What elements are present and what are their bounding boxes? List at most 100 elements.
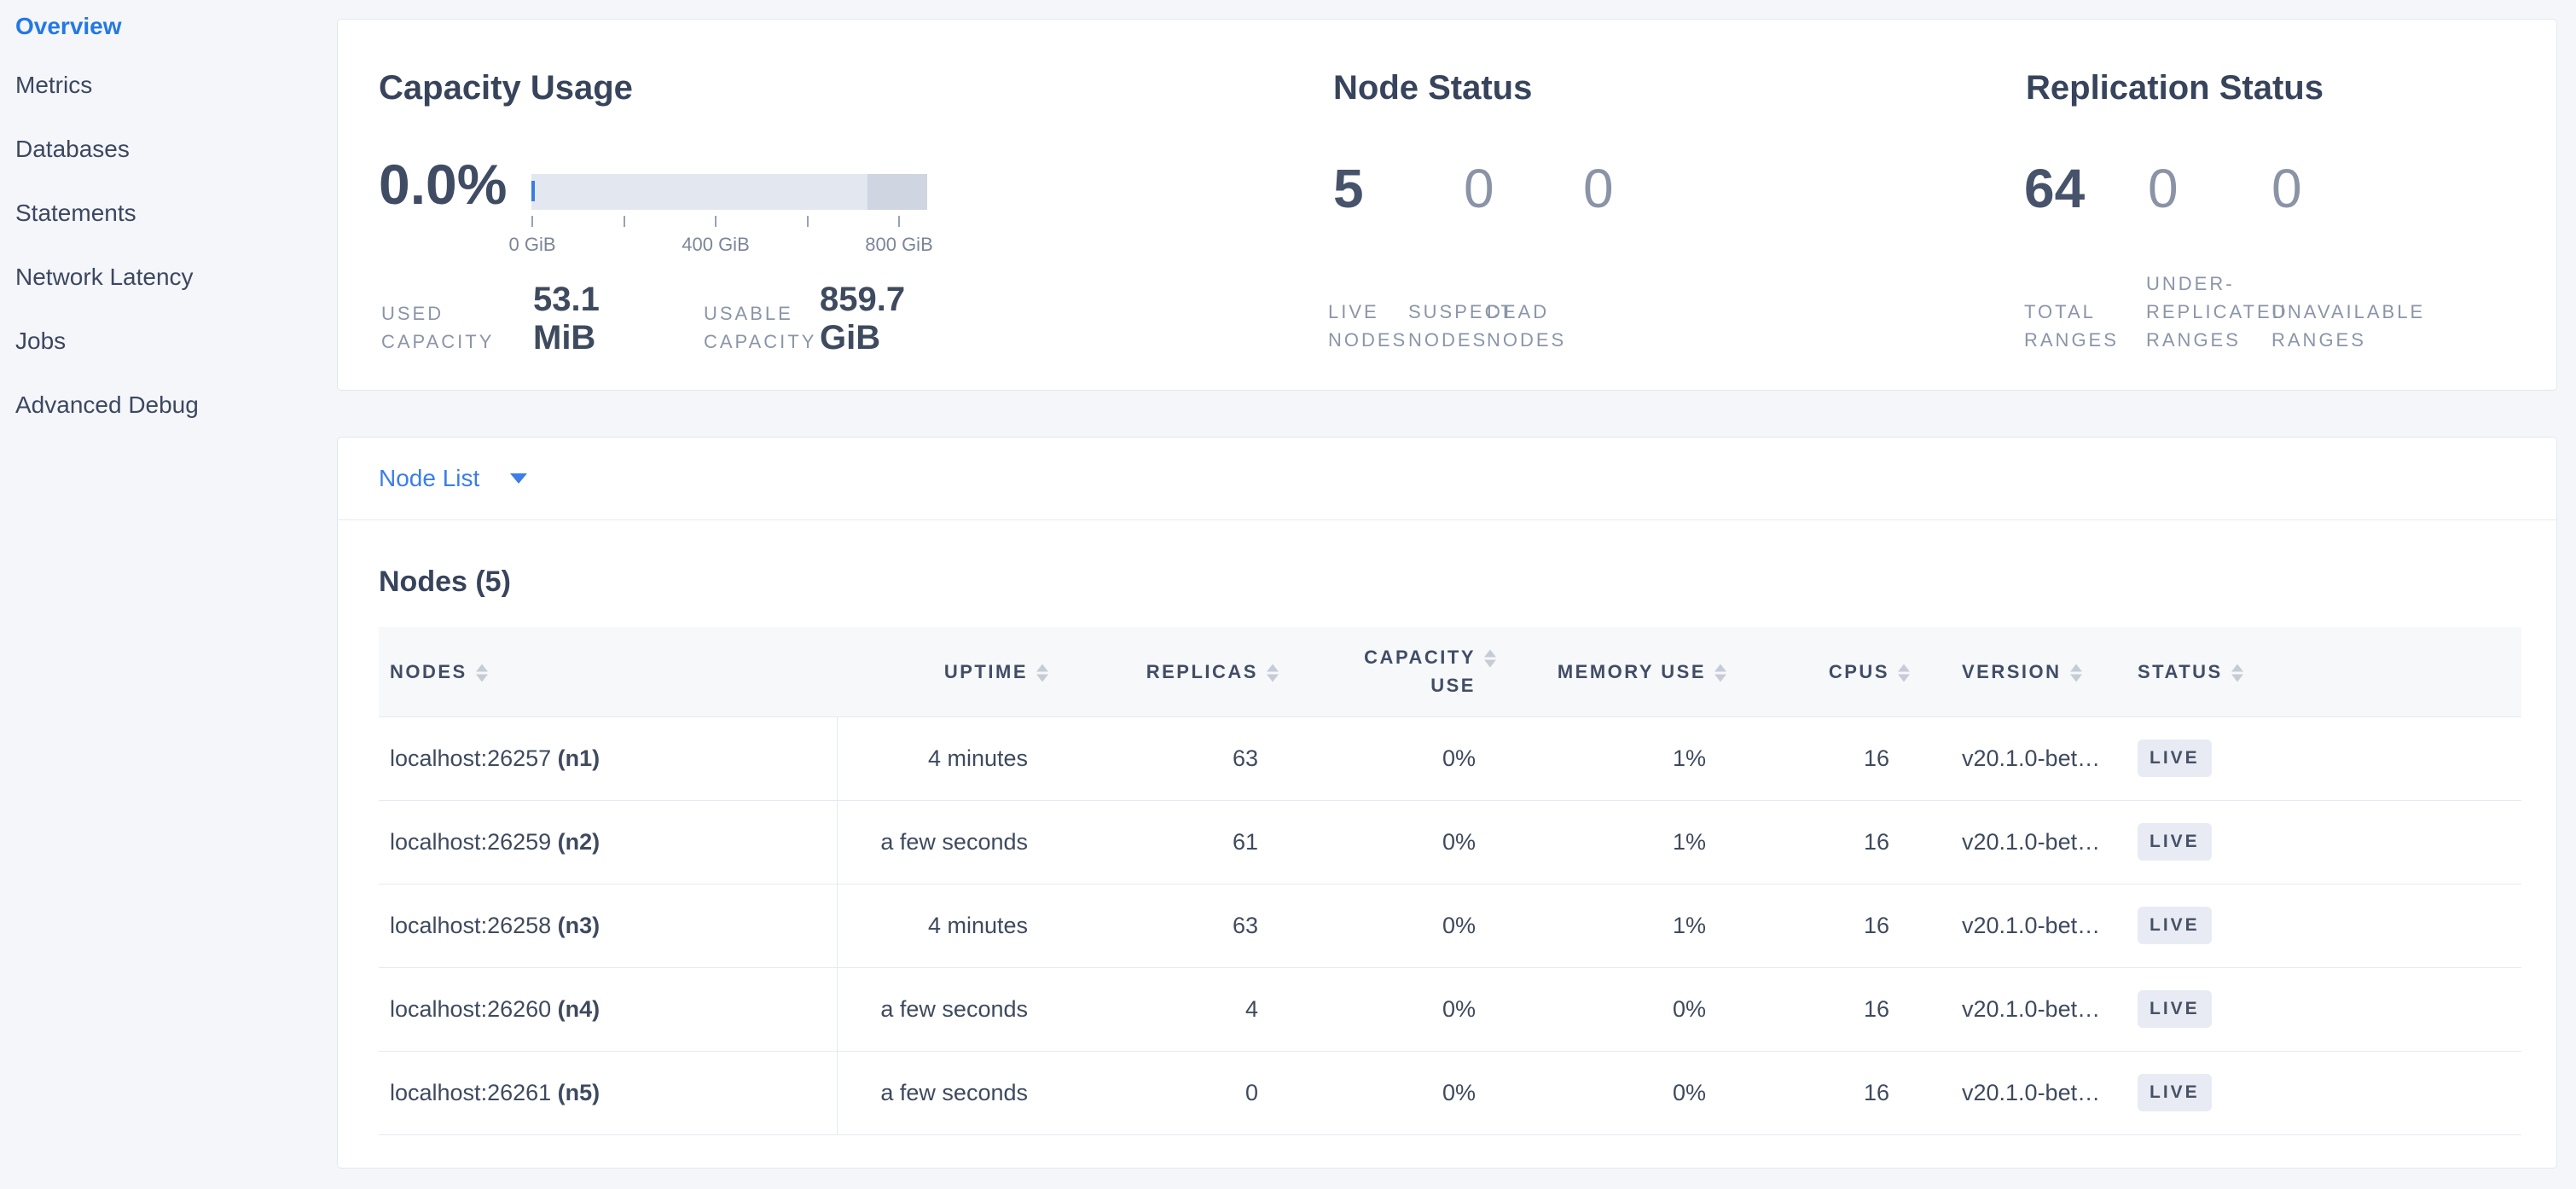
nodes-table: NODES UPTIME REPLICASCAPACITYUSEMEMORY USE… — [379, 627, 2521, 1135]
capacity-usage-title: Capacity Usage — [379, 69, 633, 107]
used-capacity-label: USED CAPACITY — [381, 299, 494, 356]
node-id: (n3) — [558, 913, 600, 938]
column-header-label: NODES — [390, 661, 467, 682]
capacity-use-cell: 0% — [1263, 967, 1481, 1051]
capacity-axis-tick — [715, 216, 717, 227]
capacity-axis-tick — [624, 216, 625, 227]
used-capacity-value: 53.1 MiB — [533, 281, 600, 357]
memory-use-cell: 1% — [1481, 884, 1711, 967]
replication-label-total-ranges: TOTAL RANGES — [2024, 298, 2119, 354]
node-address-cell[interactable]: localhost:26257 (n1) — [379, 716, 837, 800]
uptime-cell: a few seconds — [837, 967, 1033, 1051]
status-cell: LIVE — [2103, 884, 2359, 967]
capacity-bar — [531, 174, 927, 210]
column-header-status[interactable]: STATUS — [2103, 627, 2359, 716]
status-badge: LIVE — [2138, 823, 2212, 861]
node-address: localhost:26259 — [390, 829, 558, 855]
column-header-label: UPTIME — [944, 661, 1028, 682]
node-address-cell[interactable]: localhost:26261 (n5) — [379, 1051, 837, 1134]
node-list-dropdown-label: Node List — [379, 465, 479, 492]
column-header-label: USE — [1430, 675, 1476, 696]
capacity-axis-tick-label: 800 GiB — [865, 234, 933, 256]
status-cell: LIVE — [2103, 800, 2359, 884]
table-row: localhost:26258 (n3)4 minutes630%1%16v20… — [379, 884, 2521, 967]
version-cell: v20.1.0-bet… — [1894, 884, 2103, 967]
node-id: (n2) — [558, 829, 600, 855]
nodes-count-title: Nodes (5) — [379, 566, 511, 599]
table-row: localhost:26259 (n2)a few seconds610%1%1… — [379, 800, 2521, 884]
node-status-label-dead-nodes: DEAD NODES — [1487, 298, 1566, 354]
replicas-cell: 4 — [1033, 967, 1263, 1051]
node-list-panel: Node List Nodes (5) NODESUPTIMEREPLICASC… — [337, 437, 2557, 1169]
capacity-use-cell: 0% — [1263, 884, 1481, 967]
capacity-axis-tick — [531, 216, 533, 227]
uptime-cell: a few seconds — [837, 1051, 1033, 1134]
replication-status-title: Replication Status — [2026, 69, 2324, 107]
column-header-uptime[interactable]: UPTIME — [837, 627, 1033, 716]
node-id: (n5) — [558, 1080, 600, 1105]
usable-capacity-label: USABLE CAPACITY — [704, 299, 816, 356]
node-list-dropdown[interactable]: Node List — [338, 438, 2556, 520]
sidebar-item-overview[interactable]: Overview — [0, 0, 334, 53]
capacity-axis-tick — [898, 216, 900, 227]
column-header-replicas[interactable]: REPLICAS — [1033, 627, 1263, 716]
status-badge: LIVE — [2138, 990, 2212, 1028]
capacity-bar-chart: 0 GiB400 GiB800 GiB — [531, 174, 927, 270]
capacity-use-cell: 0% — [1263, 1051, 1481, 1134]
column-header-capacity_use[interactable]: CAPACITYUSE — [1263, 627, 1481, 716]
status-cell: LIVE — [2103, 716, 2359, 800]
version-cell: v20.1.0-bet… — [1894, 967, 2103, 1051]
capacity-axis-tick-label: 400 GiB — [682, 234, 750, 256]
node-status-value-suspect-nodes: 0 — [1464, 161, 1494, 216]
column-header-label: CPUS — [1829, 661, 1889, 682]
table-row: localhost:26257 (n1)4 minutes630%1%16v20… — [379, 716, 2521, 800]
table-row: localhost:26260 (n4)a few seconds40%0%16… — [379, 967, 2521, 1051]
replicas-cell: 0 — [1033, 1051, 1263, 1134]
column-header-label: VERSION — [1962, 661, 2062, 682]
sidebar-item-jobs[interactable]: Jobs — [0, 309, 334, 373]
cpus-cell: 16 — [1711, 884, 1894, 967]
cpus-cell: 16 — [1711, 716, 1894, 800]
node-address-cell[interactable]: localhost:26258 (n3) — [379, 884, 837, 967]
capacity-axis-tick-label: 0 GiB — [508, 234, 555, 256]
uptime-cell: a few seconds — [837, 800, 1033, 884]
capacity-used-percent: 0.0% — [379, 156, 507, 212]
column-header-cpus[interactable]: CPUS — [1711, 627, 1894, 716]
cpus-cell: 16 — [1711, 1051, 1894, 1134]
replication-label-unavailable-ranges: UNAVAILABLE RANGES — [2271, 298, 2425, 354]
node-address-cell[interactable]: localhost:26259 (n2) — [379, 800, 837, 884]
capacity-axis-tick — [807, 216, 809, 227]
sidebar-item-advanced-debug[interactable]: Advanced Debug — [0, 373, 334, 437]
node-address-cell[interactable]: localhost:26260 (n4) — [379, 967, 837, 1051]
column-header-version[interactable]: VERSION — [1894, 627, 2103, 716]
usable-capacity-value: 859.7 GiB — [820, 281, 905, 357]
memory-use-cell: 1% — [1481, 800, 1711, 884]
node-address: localhost:26258 — [390, 913, 558, 938]
version-cell: v20.1.0-bet… — [1894, 800, 2103, 884]
memory-use-cell: 0% — [1481, 1051, 1711, 1134]
capacity-used-marker — [531, 181, 535, 201]
node-address: localhost:26257 — [390, 745, 558, 771]
version-cell: v20.1.0-bet… — [1894, 1051, 2103, 1134]
sidebar-item-metrics[interactable]: Metrics — [0, 53, 334, 117]
memory-use-cell: 0% — [1481, 967, 1711, 1051]
capacity-use-cell: 0% — [1263, 716, 1481, 800]
nodes-table-wrap: NODES UPTIME REPLICASCAPACITYUSEMEMORY USE… — [379, 627, 2521, 1135]
column-header-memory_use[interactable]: MEMORY USE — [1481, 627, 1711, 716]
capacity-bar-dark-segment — [867, 174, 927, 210]
sidebar-item-statements[interactable]: Statements — [0, 181, 334, 245]
sidebar-item-network-latency[interactable]: Network Latency — [0, 245, 334, 309]
replication-value-under-replicated-ranges: 0 — [2148, 161, 2179, 216]
column-header-nodes[interactable]: NODES — [379, 627, 837, 716]
replicas-cell: 63 — [1033, 716, 1263, 800]
cluster-summary-card: Capacity Usage 0.0% 0 GiB400 GiB800 GiB … — [337, 19, 2557, 391]
replication-value-total-ranges: 64 — [2024, 161, 2085, 216]
sidebar-item-databases[interactable]: Databases — [0, 117, 334, 181]
node-address: localhost:26260 — [390, 996, 558, 1022]
node-id: (n4) — [558, 996, 600, 1022]
replicas-cell: 63 — [1033, 884, 1263, 967]
table-header-row: NODES UPTIME REPLICASCAPACITYUSEMEMORY USE… — [379, 627, 2521, 716]
column-header-label: REPLICAS — [1146, 661, 1258, 682]
status-cell: LIVE — [2103, 1051, 2359, 1134]
table-row: localhost:26261 (n5)a few seconds00%0%16… — [379, 1051, 2521, 1134]
